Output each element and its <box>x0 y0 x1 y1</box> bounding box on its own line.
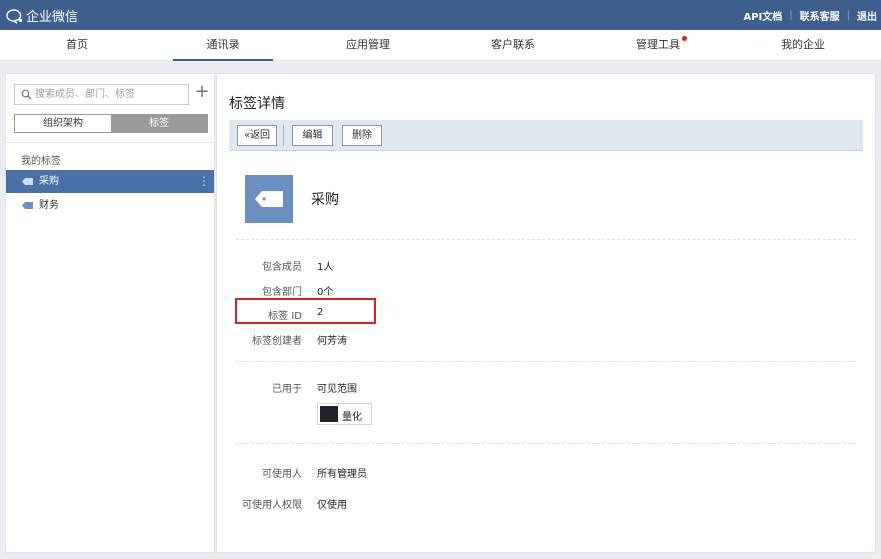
departments-label: 包含部门 <box>262 287 302 298</box>
nav-management-tools[interactable]: 管理工具 <box>608 30 708 61</box>
usable-by-value: 所有管理员 <box>317 469 367 480</box>
search-icon <box>21 89 32 100</box>
search-input[interactable] <box>35 87 185 102</box>
usable-by-label: 可使用人 <box>262 469 302 480</box>
tag-item-procurement[interactable]: 采购 ⋮ <box>6 170 214 193</box>
link-separator: | <box>846 10 850 21</box>
view-switch: 组织架构 标签 <box>14 114 208 133</box>
divider <box>236 443 856 444</box>
app-icon <box>320 406 338 422</box>
top-links: API文档 | 联系客服 | 退出 <box>743 8 877 23</box>
main-nav: 首页 通讯录 应用管理 客户联系 管理工具 我的企业 <box>0 30 881 61</box>
sidebar: + 组织架构 标签 我的标签 采购 ⋮ 财务 <box>5 73 215 553</box>
tab-org-structure[interactable]: 组织架构 <box>15 115 111 132</box>
nav-app-management[interactable]: 应用管理 <box>318 30 418 61</box>
logo-text: 企业微信 <box>26 10 79 25</box>
divider <box>236 361 856 362</box>
toolbar: «返回 编辑 删除 <box>229 120 863 151</box>
tag-item-label: 财务 <box>39 200 59 211</box>
divider <box>6 142 214 143</box>
api-docs-link[interactable]: API文档 <box>743 8 782 23</box>
nav-home[interactable]: 首页 <box>27 30 127 61</box>
permission-value: 仅使用 <box>317 500 347 511</box>
contact-support-link[interactable]: 联系客服 <box>800 8 840 23</box>
notification-dot <box>682 36 687 41</box>
link-separator: | <box>789 10 793 21</box>
permission-label: 可使用人权限 <box>242 500 302 511</box>
divider <box>236 239 856 240</box>
back-label: 返回 <box>250 130 271 141</box>
my-tags-title: 我的标签 <box>21 156 61 167</box>
edit-button[interactable]: 编辑 <box>292 125 333 146</box>
add-tag-button[interactable]: + <box>194 83 210 103</box>
creator-value: 何芳涛 <box>317 336 347 347</box>
tag-icon <box>255 191 283 207</box>
logout-link[interactable]: 退出 <box>857 8 877 23</box>
page-title: 标签详情 <box>229 96 285 112</box>
tag-detail-panel: 标签详情 «返回 编辑 删除 采购 包含成员 1人 包含部门 0个 标签 ID … <box>216 73 876 553</box>
departments-value: 0个 <box>317 287 334 298</box>
more-options-icon[interactable]: ⋮ <box>198 170 210 193</box>
used-for-label: 已用于 <box>272 384 302 395</box>
members-label: 包含成员 <box>262 262 302 273</box>
tag-id-label: 标签 ID <box>268 311 302 322</box>
delete-button[interactable]: 删除 <box>342 125 382 146</box>
back-button[interactable]: «返回 <box>237 125 277 146</box>
tag-id-value: 2 <box>317 307 324 318</box>
used-for-value: 可见范围 <box>317 384 357 395</box>
app-name: 量化 <box>342 412 362 423</box>
tag-item-finance[interactable]: 财务 <box>6 194 214 217</box>
app-chip[interactable]: 量化 <box>317 403 372 425</box>
tab-tags[interactable]: 标签 <box>111 115 207 132</box>
nav-my-enterprise[interactable]: 我的企业 <box>753 30 853 61</box>
tag-name: 采购 <box>311 192 339 208</box>
creator-label: 标签创建者 <box>252 336 302 347</box>
top-bar: 企业微信 API文档 | 联系客服 | 退出 <box>0 0 881 30</box>
nav-customer-contact[interactable]: 客户联系 <box>463 30 563 61</box>
tag-icon <box>22 178 33 185</box>
tag-icon <box>22 202 33 209</box>
wecom-logo-icon <box>6 8 23 24</box>
toolbar-separator <box>283 125 284 146</box>
members-value: 1人 <box>317 262 334 273</box>
logo[interactable]: 企业微信 <box>6 6 78 25</box>
search-box[interactable] <box>14 84 189 105</box>
nav-contacts[interactable]: 通讯录 <box>173 30 273 61</box>
tag-item-label: 采购 <box>39 176 59 187</box>
tag-avatar <box>245 175 293 223</box>
